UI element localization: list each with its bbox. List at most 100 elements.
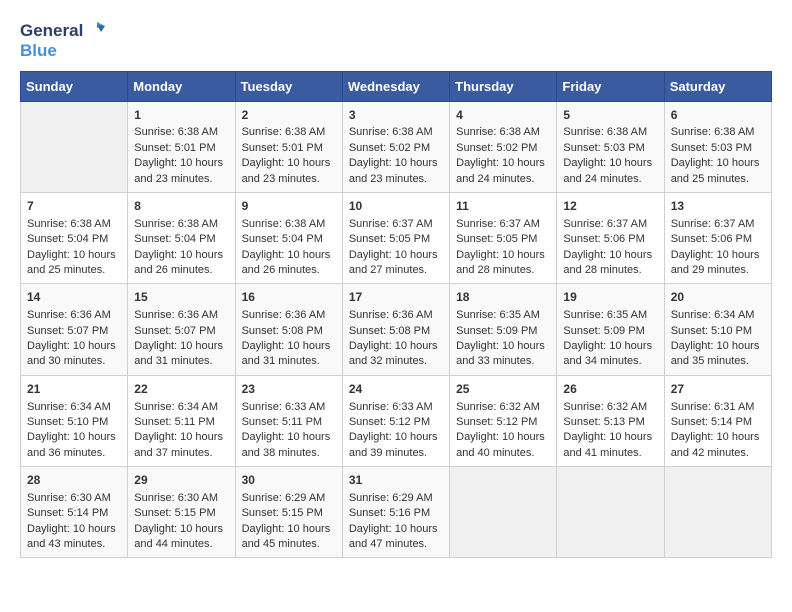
calendar-day-cell: 17Sunrise: 6:36 AMSunset: 5:08 PMDayligh… — [342, 284, 449, 375]
day-number: 24 — [349, 381, 443, 398]
day-info-line: Sunset: 5:06 PM — [563, 232, 657, 247]
calendar-week-row: 28 Sunrise: 6:30 AM Sunset: 5:14 PM Dayligh… — [21, 467, 772, 558]
day-info-line: Sunset: 5:12 PM — [456, 415, 550, 430]
calendar-day-cell: 27Sunrise: 6:31 AMSunset: 5:14 PMDayligh… — [664, 375, 771, 466]
day-info-line: Daylight: 10 hours — [134, 430, 228, 445]
day-number: 9 — [242, 198, 336, 215]
day-info-line: Sunrise: 6:31 AM — [671, 400, 765, 415]
day-info-line: Sunset: 5:06 PM — [671, 232, 765, 247]
day-info-line: Sunset: 5:04 PM — [27, 232, 121, 247]
calendar-day-cell: 30Sunrise: 6:29 AMSunset: 5:15 PMDayligh… — [235, 467, 342, 558]
day-info-line: Sunset: 5:04 PM — [242, 232, 336, 247]
day-number: 11 — [456, 198, 550, 215]
day-info-line: Sunset: 5:15 PM — [242, 506, 336, 521]
day-info-line: and 47 minutes. — [349, 537, 443, 552]
calendar-day-cell: 25Sunrise: 6:32 AMSunset: 5:12 PMDayligh… — [450, 375, 557, 466]
calendar-day-cell — [664, 467, 771, 558]
day-info-line: Sunrise: 6:29 AM — [242, 491, 336, 506]
day-info-line: Sunrise: 6:29 AM — [349, 491, 443, 506]
calendar-day-cell: 28Sunrise: 6:30 AMSunset: 5:14 PMDayligh… — [21, 467, 128, 558]
day-number: 14 — [27, 289, 121, 306]
day-number: 26 — [563, 381, 657, 398]
day-info-line: Sunset: 5:01 PM — [134, 141, 228, 156]
day-info-line: Sunset: 5:13 PM — [563, 415, 657, 430]
day-info-line: Sunrise: 6:34 AM — [671, 308, 765, 323]
day-info-line: Sunset: 5:05 PM — [456, 232, 550, 247]
day-info-line: Sunrise: 6:36 AM — [349, 308, 443, 323]
day-info-line: Daylight: 10 hours — [671, 339, 765, 354]
day-info-line: Daylight: 10 hours — [27, 248, 121, 263]
day-info-line: and 40 minutes. — [456, 446, 550, 461]
day-info-line: Sunset: 5:11 PM — [134, 415, 228, 430]
day-number: 23 — [242, 381, 336, 398]
day-info-line: Daylight: 10 hours — [456, 248, 550, 263]
day-number: 5 — [563, 107, 657, 124]
day-info-line: Daylight: 10 hours — [671, 430, 765, 445]
day-info-line: Daylight: 10 hours — [134, 248, 228, 263]
day-info-line: and 27 minutes. — [349, 263, 443, 278]
day-number: 28 — [27, 472, 121, 489]
day-number: 25 — [456, 381, 550, 398]
day-number: 1 — [134, 107, 228, 124]
day-info-line: Sunrise: 6:32 AM — [563, 400, 657, 415]
day-info-line: Sunrise: 6:33 AM — [242, 400, 336, 415]
day-info-line: Sunset: 5:09 PM — [456, 324, 550, 339]
day-info-line: Sunrise: 6:30 AM — [134, 491, 228, 506]
day-info-line: Daylight: 10 hours — [563, 339, 657, 354]
calendar-day-cell — [21, 101, 128, 192]
weekday-header-tuesday: Tuesday — [235, 71, 342, 101]
day-info-line: Daylight: 10 hours — [563, 430, 657, 445]
day-info-line: Sunrise: 6:37 AM — [456, 217, 550, 232]
calendar-day-cell: 20Sunrise: 6:34 AMSunset: 5:10 PMDayligh… — [664, 284, 771, 375]
calendar-day-cell: 14Sunrise: 6:36 AMSunset: 5:07 PMDayligh… — [21, 284, 128, 375]
day-info-line: and 25 minutes. — [671, 172, 765, 187]
day-info-line: Daylight: 10 hours — [27, 339, 121, 354]
day-info-line: Daylight: 10 hours — [349, 248, 443, 263]
calendar-day-cell: 18Sunrise: 6:35 AMSunset: 5:09 PMDayligh… — [450, 284, 557, 375]
day-number: 8 — [134, 198, 228, 215]
day-info-line: and 45 minutes. — [242, 537, 336, 552]
weekday-header-row: SundayMondayTuesdayWednesdayThursdayFrid… — [21, 71, 772, 101]
day-info-line: Sunset: 5:04 PM — [134, 232, 228, 247]
day-info-line: Sunset: 5:01 PM — [242, 141, 336, 156]
day-number: 19 — [563, 289, 657, 306]
calendar-day-cell: 22Sunrise: 6:34 AMSunset: 5:11 PMDayligh… — [128, 375, 235, 466]
day-info-line: and 30 minutes. — [27, 354, 121, 369]
calendar-day-cell: 4Sunrise: 6:38 AMSunset: 5:02 PMDaylight… — [450, 101, 557, 192]
calendar-day-cell: 21Sunrise: 6:34 AMSunset: 5:10 PMDayligh… — [21, 375, 128, 466]
day-info-line: and 24 minutes. — [563, 172, 657, 187]
day-info-line: Sunrise: 6:35 AM — [456, 308, 550, 323]
calendar-day-cell: 15Sunrise: 6:36 AMSunset: 5:07 PMDayligh… — [128, 284, 235, 375]
day-info-line: Daylight: 10 hours — [456, 430, 550, 445]
calendar-day-cell: 26 Sunrise: 6:32 AMSunset: 5:13 PMDayligh… — [557, 375, 664, 466]
day-info-line: Sunset: 5:03 PM — [563, 141, 657, 156]
day-info-line: Daylight: 10 hours — [349, 156, 443, 171]
day-info-line: and 32 minutes. — [349, 354, 443, 369]
day-info-line: Sunrise: 6:36 AM — [134, 308, 228, 323]
day-number: 16 — [242, 289, 336, 306]
calendar-table: SundayMondayTuesdayWednesdayThursdayFrid… — [20, 71, 772, 559]
day-number: 31 — [349, 472, 443, 489]
day-info-line: Sunset: 5:09 PM — [563, 324, 657, 339]
day-info-line: and 42 minutes. — [671, 446, 765, 461]
day-info-line: and 23 minutes. — [349, 172, 443, 187]
day-info-line: and 23 minutes. — [242, 172, 336, 187]
day-info-line: Daylight: 10 hours — [563, 248, 657, 263]
day-info-line: Sunset: 5:05 PM — [349, 232, 443, 247]
calendar-day-cell: 7Sunrise: 6:38 AMSunset: 5:04 PMDaylight… — [21, 193, 128, 284]
day-info-line: Sunset: 5:07 PM — [27, 324, 121, 339]
day-info-line: and 38 minutes. — [242, 446, 336, 461]
day-info-line: Sunset: 5:08 PM — [242, 324, 336, 339]
day-number: 18 — [456, 289, 550, 306]
day-info-line: Daylight: 10 hours — [349, 522, 443, 537]
calendar-day-cell: 6Sunrise: 6:38 AMSunset: 5:03 PMDaylight… — [664, 101, 771, 192]
day-info-line: and 39 minutes. — [349, 446, 443, 461]
day-info-line: Daylight: 10 hours — [349, 339, 443, 354]
calendar-body: 1Sunrise: 6:38 AMSunset: 5:01 PMDaylight… — [21, 101, 772, 558]
day-info-line: Sunrise: 6:36 AM — [242, 308, 336, 323]
day-info-line: Sunset: 5:14 PM — [27, 506, 121, 521]
day-info-line: and 31 minutes. — [242, 354, 336, 369]
day-info-line: Daylight: 10 hours — [134, 156, 228, 171]
day-info-line: Sunset: 5:03 PM — [671, 141, 765, 156]
day-info-line: and 29 minutes. — [671, 263, 765, 278]
